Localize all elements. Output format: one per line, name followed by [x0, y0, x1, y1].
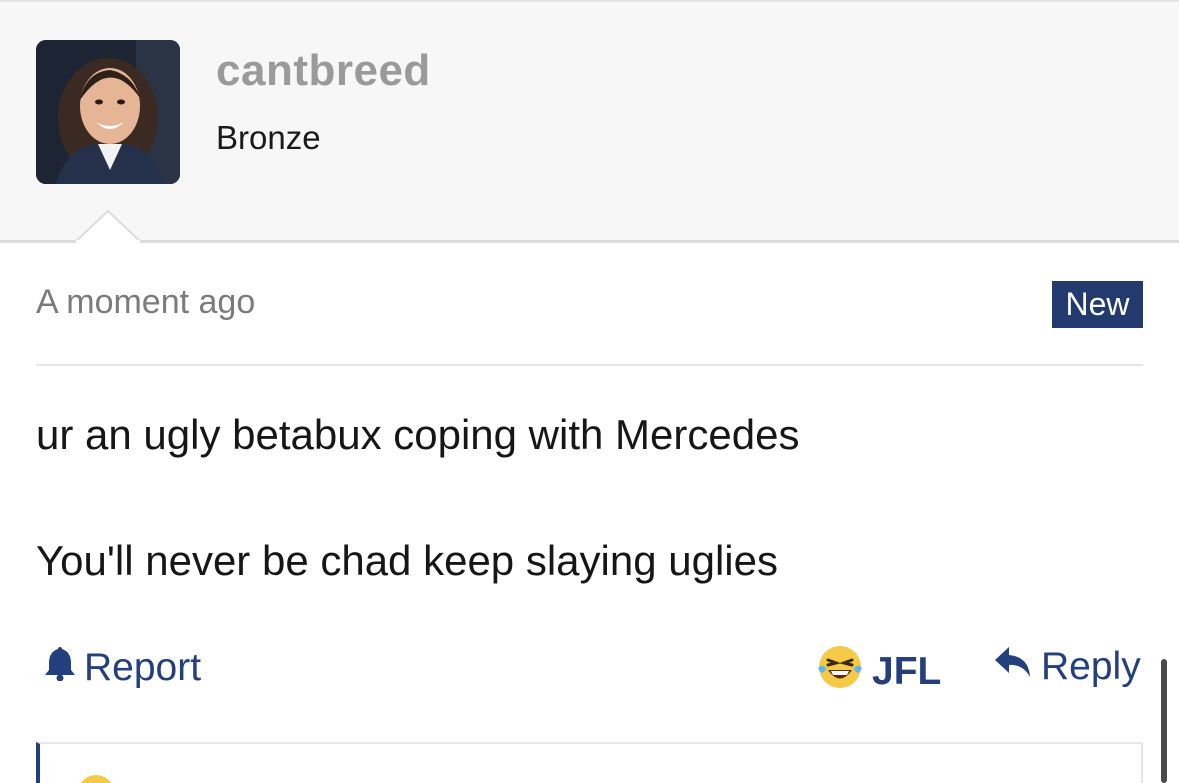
- speech-pointer: [74, 209, 142, 243]
- quoted-reply-box: [36, 742, 1143, 783]
- reply-button[interactable]: Reply: [993, 645, 1141, 689]
- jfl-reaction-button[interactable]: JFL: [816, 643, 941, 701]
- user-rank: Bronze: [216, 119, 321, 156]
- reply-arrow-icon: [993, 645, 1033, 689]
- post-header: cantbreed Bronze: [0, 0, 1179, 241]
- new-badge: New: [1052, 281, 1143, 328]
- report-label: Report: [84, 646, 202, 689]
- username[interactable]: cantbreed: [216, 46, 431, 96]
- laughing-crying-emoji-icon: [816, 643, 864, 701]
- scrollbar[interactable]: [1161, 659, 1167, 783]
- meta-divider: [36, 364, 1143, 366]
- message-line: You'll never be chad keep slaying uglies: [36, 537, 778, 584]
- jfl-label: JFL: [872, 650, 942, 693]
- thread-post: cantbreed Bronze A moment ago New ur an …: [0, 0, 1179, 783]
- report-button[interactable]: Report: [44, 645, 201, 691]
- bell-icon: [44, 645, 76, 691]
- post-timestamp: A moment ago: [36, 283, 256, 321]
- avatar-photo: [36, 40, 180, 184]
- avatar[interactable]: [36, 40, 180, 184]
- header-divider: [0, 240, 1179, 243]
- reply-label: Reply: [1041, 645, 1141, 688]
- message-line: ur an ugly betabux coping with Mercedes: [36, 411, 800, 458]
